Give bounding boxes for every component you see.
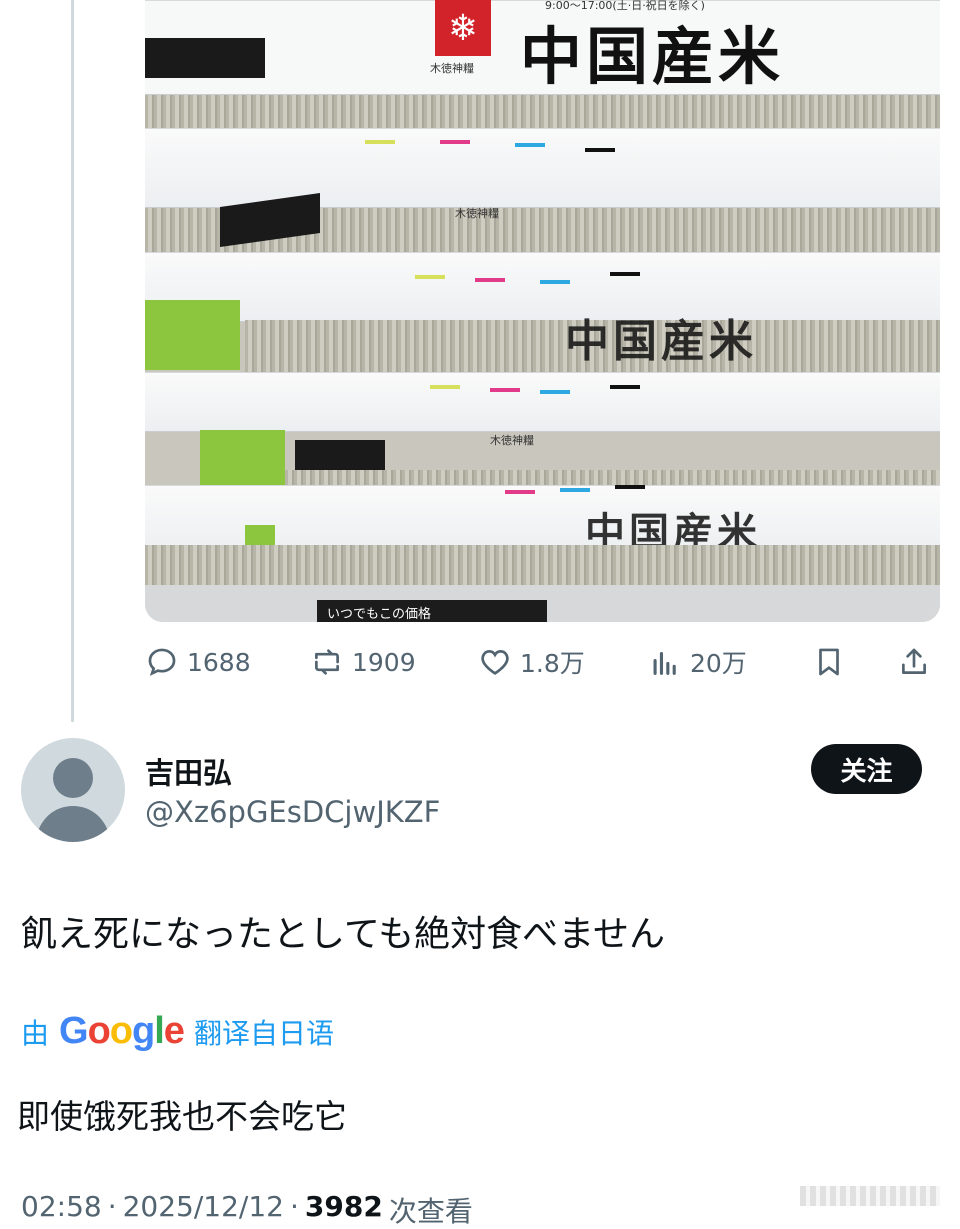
stripe-magenta-3 [490, 388, 520, 392]
stripe-yellow-2 [415, 275, 445, 279]
avatar[interactable] [21, 738, 125, 842]
share-icon [902, 648, 926, 674]
stripe-yellow-3 [430, 385, 460, 389]
views-count: 20万 [690, 649, 747, 678]
bag-seal-band-2 [145, 252, 940, 322]
tweet-image[interactable]: 9:00～17:00(土·日·祝日を除く) ❄ 木徳神糧 中国産米 木徳神糧 中… [145, 0, 940, 622]
default-avatar-icon [35, 758, 111, 842]
tweet-date[interactable]: 2025/12/12 [123, 1190, 284, 1229]
heart-icon [481, 650, 509, 675]
analytics-icon [653, 651, 676, 675]
stripe-magenta [440, 140, 470, 144]
bag-black-tag-3 [295, 440, 385, 470]
reply-icon [148, 648, 176, 676]
bag-label-main: 中国産米 [520, 20, 785, 93]
translate-prefix: 由 [21, 1016, 50, 1050]
bag-black-tag [145, 38, 265, 78]
bookmark-icon [819, 648, 839, 676]
reply-button[interactable]: 1688 [145, 640, 251, 684]
bag-seal-band-3 [145, 372, 940, 432]
display-name[interactable]: 吉田弘 [145, 750, 232, 792]
stripe-magenta-4 [505, 490, 535, 494]
view-count: 3982 [304, 1190, 383, 1223]
user-handle[interactable]: @Xz6pGEsDCjwJKZF [145, 795, 440, 829]
view-suffix: 次查看 [388, 1195, 473, 1228]
rice-bag-5 [145, 545, 940, 585]
stripe-black-4 [615, 485, 645, 489]
stripe-black [585, 148, 615, 152]
stripe-cyan [515, 143, 545, 147]
stripe-cyan-4 [560, 488, 590, 492]
bookmark-button[interactable] [812, 640, 846, 684]
brand-small-label-2: 木徳神糧 [455, 207, 499, 220]
translate-suffix: 翻译自日语 [193, 1016, 334, 1050]
tweet-meta: 02:58 · 2025/12/12 · 3982 次查看 [21, 1190, 473, 1229]
translation-attribution[interactable]: 由 Google 翻译自日语 [21, 1010, 334, 1053]
retweet-icon [315, 649, 339, 675]
retweet-count: 1909 [352, 647, 416, 677]
stripe-magenta-2 [475, 278, 505, 282]
brand-small-label: 木徳神糧 [430, 62, 474, 75]
meta-separator: · [107, 1190, 117, 1223]
bag-label-3: 中国産米 [565, 316, 757, 367]
green-bag-edge [145, 300, 240, 370]
stripe-black-2 [610, 272, 640, 276]
tweet-text: 飢え死になったとしても絶対食べません [21, 914, 666, 955]
brand-small-label-3: 木徳神糧 [490, 434, 534, 447]
tweet-actions: 1688 1909 1.8万 20万 [145, 640, 940, 684]
stripe-cyan-3 [540, 390, 570, 394]
reply-count: 1688 [187, 647, 251, 677]
views-button[interactable]: 20万 [648, 640, 747, 684]
stripe-cyan-2 [540, 280, 570, 284]
thread-connector-line [71, 0, 74, 722]
brand-logo: ❄ [435, 0, 491, 56]
green-bag-edge-2 [200, 430, 285, 485]
price-sign: いつでもこの価格 [317, 600, 547, 622]
follow-button[interactable]: 关注 [811, 744, 922, 794]
stripe-yellow [365, 140, 395, 144]
watermark [800, 1186, 940, 1206]
meta-separator-2: · [290, 1190, 299, 1223]
share-button[interactable] [897, 640, 931, 684]
google-logo: Google [59, 1010, 185, 1052]
like-button[interactable]: 1.8万 [478, 640, 585, 684]
retweet-button[interactable]: 1909 [310, 640, 416, 684]
stripe-black-3 [610, 385, 640, 389]
bag-seal-band [145, 128, 940, 208]
translated-text: 即使饿死我也不会吃它 [17, 1097, 347, 1136]
tweet-time[interactable]: 02:58 [21, 1190, 102, 1229]
like-count: 1.8万 [520, 649, 585, 678]
